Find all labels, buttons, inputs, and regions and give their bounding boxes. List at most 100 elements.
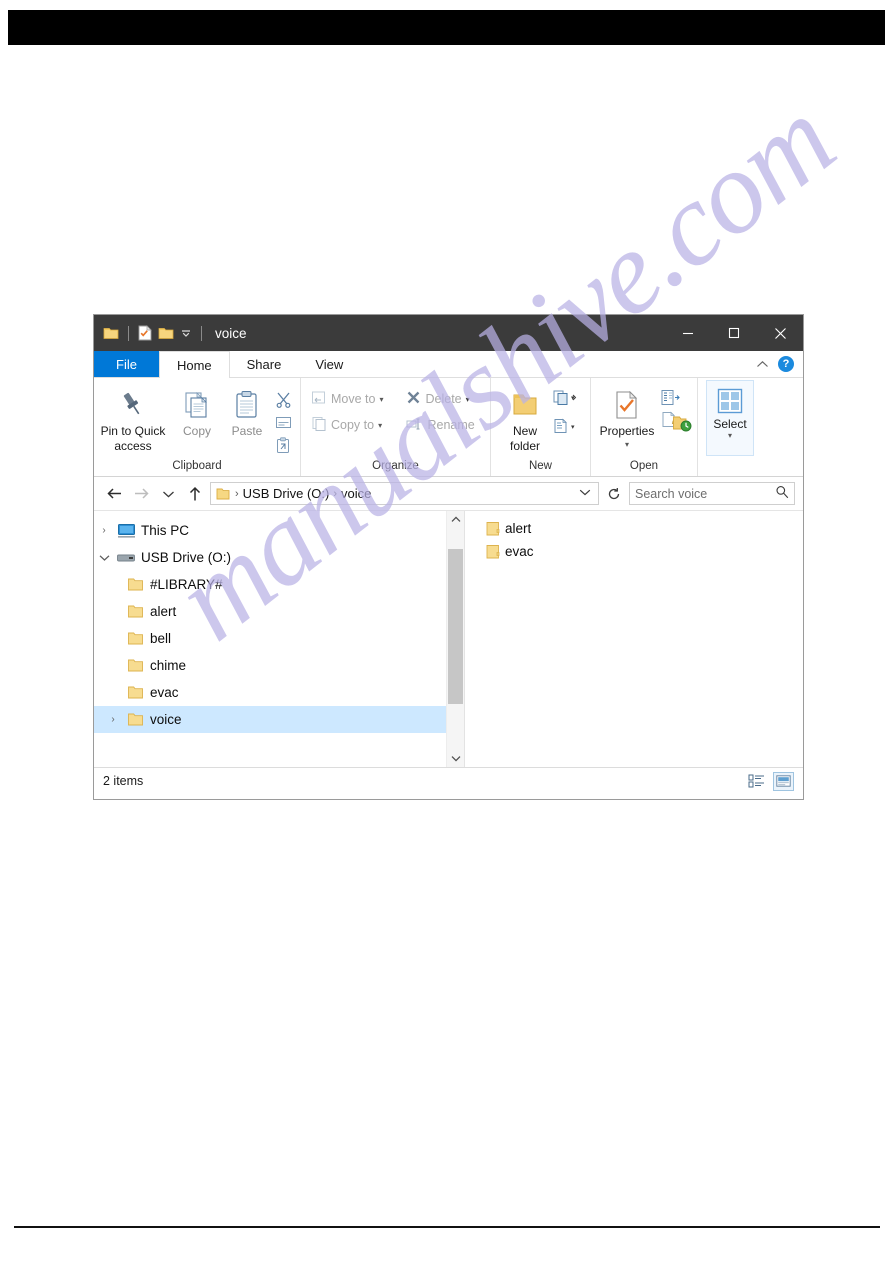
qat-chevron-down-icon[interactable]: [180, 327, 192, 339]
pin-to-quick-access-button[interactable]: Pin to Quick access: [94, 383, 172, 453]
qat-new-folder-icon[interactable]: [158, 326, 174, 340]
details-view-button[interactable]: [747, 773, 766, 790]
refresh-button[interactable]: [602, 481, 626, 506]
delete-chevron-down-icon[interactable]: ▾: [466, 395, 470, 404]
tree-label-usb-drive: USB Drive (O:): [141, 550, 232, 565]
file-list-pane[interactable]: alert evac: [465, 511, 803, 767]
tree-label-chime: chime: [150, 658, 187, 673]
scroll-down-arrow-icon[interactable]: [447, 750, 464, 767]
folder-icon: [123, 604, 147, 619]
file-list-item-alert[interactable]: alert: [485, 517, 605, 540]
maximize-button[interactable]: [711, 315, 757, 351]
forward-button[interactable]: [129, 482, 153, 506]
back-button[interactable]: [102, 482, 126, 506]
copy-path-icon[interactable]: [272, 412, 294, 432]
navigation-pane-scrollbar[interactable]: [446, 511, 464, 767]
ribbon-group-open: Properties ▾ Open: [591, 378, 698, 476]
tab-view[interactable]: View: [298, 351, 360, 377]
new-folder-icon: [510, 387, 540, 423]
monitor-icon: [114, 523, 138, 539]
page-header-bar: [8, 10, 885, 45]
up-button[interactable]: [183, 482, 207, 506]
tree-item-bell[interactable]: bell: [94, 625, 446, 652]
ribbon-group-organize: Move to ▾ Copy to ▾ Delete ▾ Rename Orga…: [301, 378, 491, 476]
scissors-icon[interactable]: [272, 389, 294, 409]
breadcrumb-separator-0[interactable]: ›: [234, 488, 240, 500]
tree-item-alert[interactable]: alert: [94, 598, 446, 625]
tree-item-usb-drive[interactable]: USB Drive (O:): [94, 544, 446, 571]
svg-text:▾: ▾: [571, 424, 575, 431]
window-title: voice: [215, 325, 247, 341]
new-folder-button[interactable]: New folder: [499, 383, 551, 453]
close-button[interactable]: [757, 315, 803, 351]
easy-access-icon[interactable]: ▾: [551, 416, 581, 436]
tree-item-library[interactable]: #LIBRARY#: [94, 571, 446, 598]
window-controls: [665, 315, 803, 351]
properties-chevron-down-icon[interactable]: ▾: [625, 438, 629, 451]
move-to-label: Move to: [331, 392, 376, 406]
breadcrumb[interactable]: › USB Drive (O:) › voice: [210, 482, 599, 505]
move-to-button[interactable]: Move to ▾: [307, 387, 402, 411]
breadcrumb-separator-1[interactable]: ›: [332, 488, 338, 500]
tree-item-chime[interactable]: chime: [94, 652, 446, 679]
folder-icon: [485, 544, 501, 560]
select-button[interactable]: Select ▾: [706, 380, 754, 456]
collapse-ribbon-chevron-up-icon[interactable]: [756, 357, 769, 372]
search-icon[interactable]: [775, 485, 789, 502]
ribbon-group-clipboard: Pin to Quick access Copy Paste Clipboard: [94, 378, 301, 476]
tab-share[interactable]: Share: [230, 351, 299, 377]
breadcrumb-item-voice[interactable]: voice: [341, 486, 371, 501]
new-item-icon[interactable]: ▾: [551, 387, 581, 407]
file-label-evac: evac: [505, 544, 534, 559]
tab-file[interactable]: File: [94, 351, 159, 377]
select-label: Select: [713, 417, 747, 431]
file-list-item-evac[interactable]: evac: [485, 540, 605, 563]
copy-icon: [182, 387, 212, 423]
tree-item-evac[interactable]: evac: [94, 679, 446, 706]
minimize-button[interactable]: [665, 315, 711, 351]
help-icon[interactable]: ?: [778, 356, 794, 372]
tree-label-bell: bell: [150, 631, 172, 646]
properties-button[interactable]: Properties ▾: [595, 383, 659, 451]
new-folder-label-line2: folder: [509, 439, 541, 453]
paste-shortcut-icon[interactable]: [272, 435, 294, 455]
scroll-up-arrow-icon[interactable]: [447, 511, 464, 528]
tree-item-voice[interactable]: › voice: [94, 706, 446, 733]
open-icon[interactable]: [659, 387, 681, 407]
copy-to-button[interactable]: Copy to ▾: [307, 413, 402, 437]
address-bar: › USB Drive (O:) › voice Search voice: [94, 477, 803, 511]
qat-folder-icon[interactable]: [103, 326, 119, 340]
chevron-right-icon[interactable]: ›: [103, 714, 123, 725]
scrollbar-thumb[interactable]: [448, 549, 463, 704]
ribbon: Pin to Quick access Copy Paste Clipboard…: [94, 378, 803, 477]
history-icon[interactable]: [671, 413, 693, 433]
move-to-chevron-down-icon[interactable]: ▾: [379, 395, 383, 404]
rename-icon: [406, 417, 423, 434]
chevron-down-icon[interactable]: [94, 554, 114, 562]
select-chevron-down-icon[interactable]: ▾: [728, 431, 732, 440]
ribbon-group-label-organize: Organize: [372, 460, 419, 472]
copy-button[interactable]: Copy: [172, 383, 222, 438]
qat-properties-icon[interactable]: [138, 325, 152, 341]
rename-button[interactable]: Rename: [402, 413, 490, 437]
copy-to-label: Copy to: [331, 418, 375, 432]
copy-to-chevron-down-icon[interactable]: ▾: [378, 421, 382, 430]
scrollbar-track[interactable]: [447, 528, 464, 750]
tree-label-voice: voice: [150, 712, 182, 727]
item-count-label: 2 items: [103, 774, 144, 788]
chevron-right-icon[interactable]: ›: [94, 525, 114, 536]
paste-button[interactable]: Paste: [222, 383, 272, 438]
search-input[interactable]: Search voice: [629, 482, 795, 505]
file-label-alert: alert: [505, 521, 532, 536]
pin-to-quick-access-label-line2: access: [114, 439, 152, 453]
large-icons-view-button[interactable]: [773, 771, 794, 791]
ribbon-tabs: File Home Share View ?: [94, 351, 803, 378]
status-bar: 2 items: [94, 767, 803, 794]
tree-item-this-pc[interactable]: › This PC: [94, 517, 446, 544]
breadcrumb-item-usb-drive[interactable]: USB Drive (O:): [243, 486, 330, 501]
breadcrumb-dropdown-chevron-down-icon[interactable]: [579, 488, 594, 500]
select-grid-icon: [716, 387, 744, 417]
recent-locations-chevron-down-icon[interactable]: [156, 482, 180, 506]
delete-button[interactable]: Delete ▾: [402, 387, 490, 411]
tab-home[interactable]: Home: [158, 351, 230, 378]
